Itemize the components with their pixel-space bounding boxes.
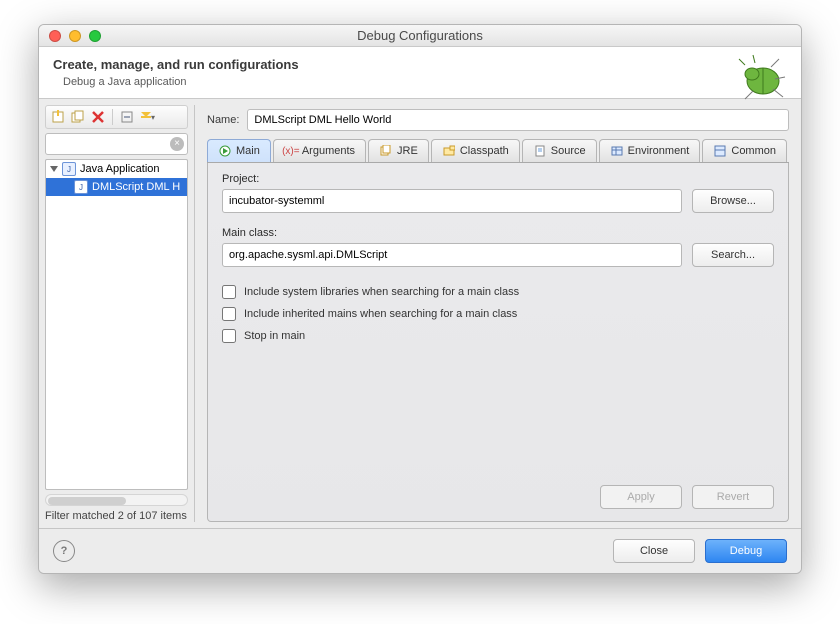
java-application-icon: J — [62, 162, 76, 176]
name-input[interactable] — [247, 109, 789, 131]
filter-input[interactable] — [45, 133, 188, 155]
tree-node-label: Java Application — [80, 163, 160, 175]
disclosure-triangle-icon — [50, 166, 58, 172]
include-system-libs-checkbox[interactable]: Include system libraries when searching … — [222, 285, 774, 299]
help-button[interactable]: ? — [53, 540, 75, 562]
dialog-header: Create, manage, and run configurations D… — [39, 47, 801, 99]
window-title: Debug Configurations — [39, 28, 801, 43]
jre-icon — [379, 144, 393, 158]
apply-button: Apply — [600, 485, 682, 509]
stop-in-main-checkbox[interactable]: Stop in main — [222, 329, 774, 343]
tree-node-label: DMLScript DML H — [92, 181, 180, 193]
filter-button[interactable]: ▾ — [139, 109, 155, 125]
project-input[interactable] — [222, 189, 682, 213]
search-button[interactable]: Search... — [692, 243, 774, 267]
tree-node-java-application[interactable]: J Java Application — [46, 160, 187, 178]
window-titlebar: Debug Configurations — [39, 25, 801, 47]
filter-status: Filter matched 2 of 107 items — [45, 510, 188, 522]
mainclass-input[interactable] — [222, 243, 682, 267]
config-tree[interactable]: J Java Application J DMLScript DML H — [45, 159, 188, 490]
classpath-icon — [442, 144, 456, 158]
common-icon — [713, 144, 727, 158]
tab-classpath[interactable]: Classpath — [431, 139, 520, 162]
source-icon — [533, 144, 547, 158]
debug-bug-icon — [733, 53, 787, 104]
horizontal-scrollbar[interactable] — [45, 494, 188, 506]
browse-button[interactable]: Browse... — [692, 189, 774, 213]
java-launch-icon: J — [74, 180, 88, 194]
tab-common[interactable]: Common — [702, 139, 787, 162]
collapse-all-button[interactable] — [119, 109, 135, 125]
tab-bar: Main (x)= Arguments JRE Classpath Source — [207, 139, 789, 163]
name-label: Name: — [207, 114, 239, 126]
close-button[interactable]: Close — [613, 539, 695, 563]
include-inherited-mains-checkbox[interactable]: Include inherited mains when searching f… — [222, 307, 774, 321]
tab-source[interactable]: Source — [522, 139, 597, 162]
new-config-button[interactable] — [50, 109, 66, 125]
tab-environment[interactable]: Environment — [599, 139, 701, 162]
header-heading: Create, manage, and run configurations — [53, 57, 299, 72]
tab-main[interactable]: Main — [207, 139, 271, 162]
duplicate-config-button[interactable] — [70, 109, 86, 125]
environment-icon — [610, 144, 624, 158]
tree-node-dmlscript[interactable]: J DMLScript DML H — [46, 178, 187, 196]
clear-filter-button[interactable]: × — [170, 137, 184, 151]
tab-jre[interactable]: JRE — [368, 139, 429, 162]
arguments-icon: (x)= — [284, 144, 298, 158]
header-subheading: Debug a Java application — [53, 76, 299, 88]
tab-arguments[interactable]: (x)= Arguments — [273, 139, 366, 162]
debug-button[interactable]: Debug — [705, 539, 787, 563]
mainclass-label: Main class: — [222, 227, 774, 239]
tab-content-main: Project: Browse... Main class: Search...… — [207, 163, 789, 522]
project-label: Project: — [222, 173, 774, 185]
run-circle-icon — [218, 144, 232, 158]
delete-config-button[interactable] — [90, 109, 106, 125]
side-toolbar: ▾ — [45, 105, 188, 129]
revert-button: Revert — [692, 485, 774, 509]
